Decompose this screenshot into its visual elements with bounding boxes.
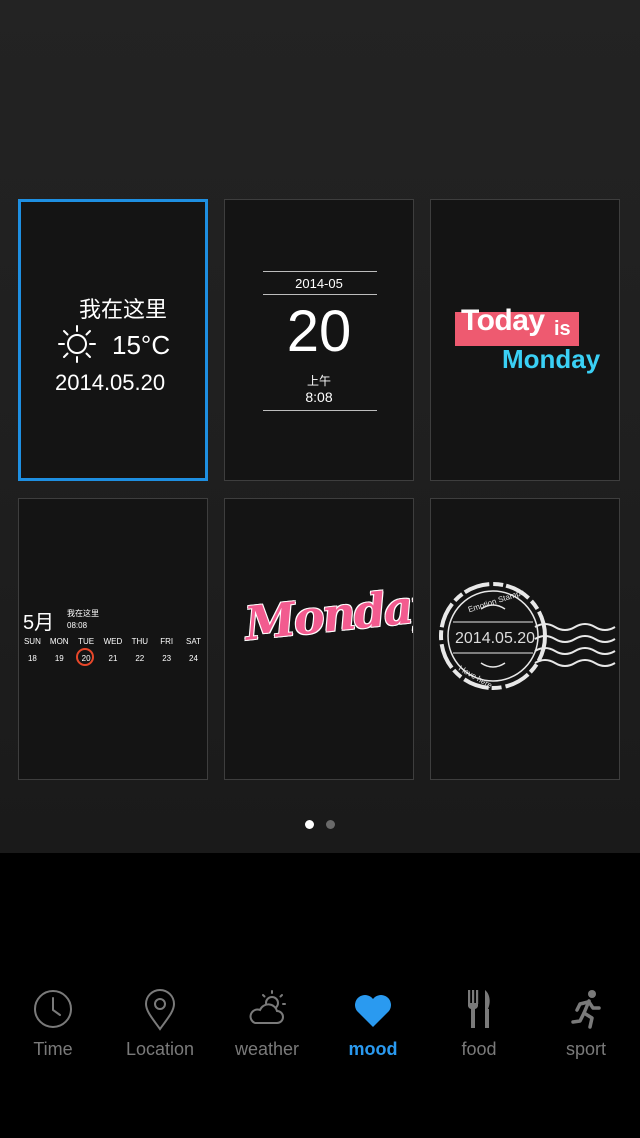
template-card-location-weather[interactable]: 我在这里 15°C 2014.05.20 [18, 199, 208, 481]
runner-icon [571, 990, 601, 1029]
nav-label: weather [234, 1039, 300, 1059]
page-dot[interactable] [326, 820, 335, 829]
template-card-calendar[interactable]: 5月 我在这里 08:08 SUN MON TUE WED THU FRI SA… [18, 498, 208, 780]
stamp-date-text: 2014.05.20 [455, 630, 536, 647]
date-text: 2014.05.20 [55, 370, 166, 395]
weekday-label: SAT [186, 637, 201, 646]
nav-label: Location [125, 1039, 195, 1059]
time-text: 8:08 [305, 389, 333, 405]
template-card-monday-script[interactable]: Monday [224, 498, 414, 780]
date-label: 19 [54, 654, 64, 663]
temperature-text: 15°C [112, 330, 171, 360]
divider [263, 410, 377, 411]
nav-label: mood [348, 1039, 398, 1059]
weekday-label: SUN [23, 637, 41, 646]
today-text: Today [461, 304, 545, 337]
day-text: 20 [286, 299, 352, 364]
nav-weather[interactable]: weather [217, 985, 317, 1060]
weekday-label: WED [103, 637, 123, 646]
template-card-stamp[interactable]: Emotion Stamps I love here 2014.05.20 [430, 498, 620, 780]
fork-knife-icon [468, 990, 490, 1028]
monday-script-text: Monday [242, 577, 414, 651]
date-label: 20 [81, 654, 91, 663]
sun-icon [58, 325, 96, 363]
weekday-row: SUN MON TUE WED THU FRI SAT [19, 637, 207, 646]
page-dot-active[interactable] [305, 820, 314, 829]
is-text: is [554, 318, 571, 340]
date-label: 24 [189, 654, 198, 663]
weekday-label: THU [131, 637, 149, 646]
weekday-text: Monday [502, 344, 601, 374]
place-text: 我在这里 [67, 609, 99, 618]
heart-icon [355, 995, 391, 1027]
divider [263, 294, 377, 295]
map-pin-icon [144, 989, 176, 1031]
nav-label: food [461, 1039, 497, 1059]
partly-cloudy-icon [249, 990, 286, 1024]
time-text: 08:08 [67, 621, 88, 630]
am-pm-text: 上午 [306, 374, 331, 388]
nav-sport[interactable]: sport [536, 985, 636, 1060]
weekday-label: TUE [78, 637, 95, 646]
date-label: 23 [162, 654, 172, 663]
clock-icon [34, 990, 72, 1028]
place-text: 我在这里 [79, 297, 168, 322]
date-label: 18 [27, 654, 37, 663]
nav-food[interactable]: food [429, 985, 529, 1060]
weekday-label: FRI [160, 637, 174, 646]
nav-mood[interactable]: mood [323, 985, 423, 1060]
nav-label: Time [33, 1039, 73, 1059]
nav-label: sport [565, 1039, 607, 1059]
divider [263, 271, 377, 272]
date-label: 21 [108, 654, 118, 663]
template-card-today-is-monday[interactable]: Today is Monday [430, 199, 620, 481]
weekday-label: MON [49, 637, 69, 646]
nav-location[interactable]: Location [110, 985, 210, 1060]
year-month-text: 2014-05 [295, 276, 343, 291]
nav-time[interactable]: Time [3, 985, 103, 1060]
date-label: 22 [135, 654, 145, 663]
date-row: 18 19 20 21 22 23 24 [19, 654, 207, 663]
template-card-date-time[interactable]: 2014-05 20 上午 8:08 [224, 199, 414, 481]
month-text: 5月 [23, 612, 55, 634]
